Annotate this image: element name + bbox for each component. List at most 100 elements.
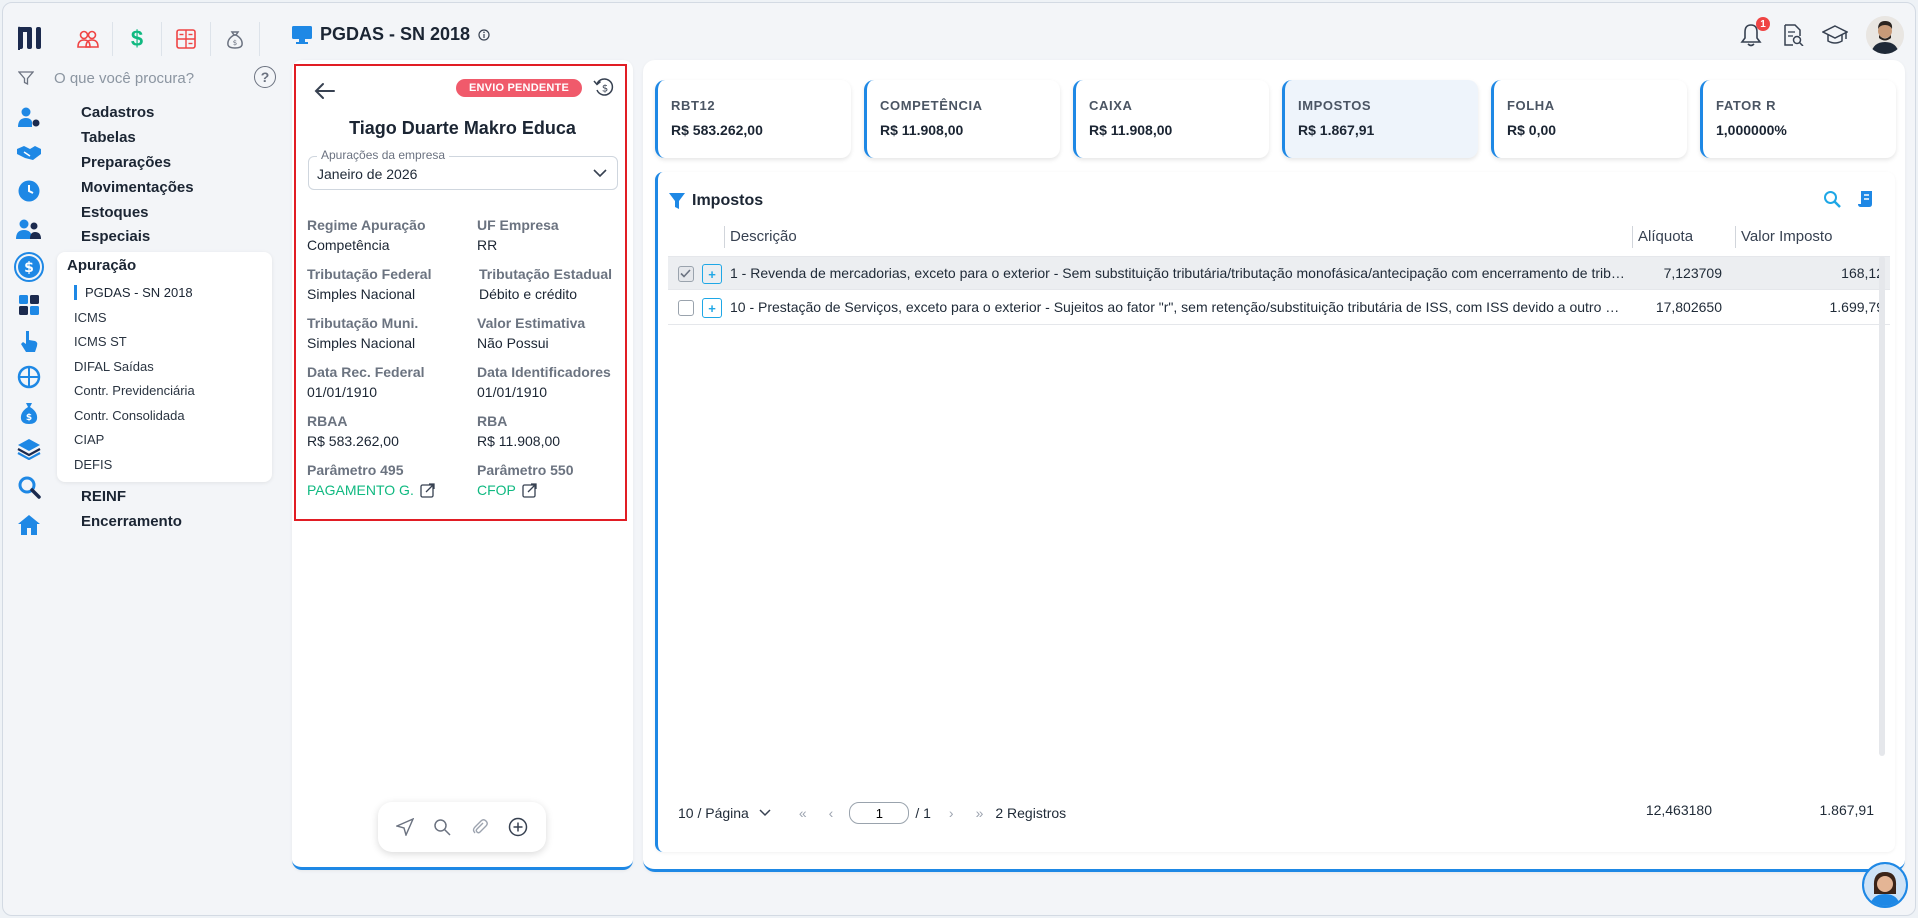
table-scrollbar[interactable] — [1879, 256, 1885, 756]
expand-row-icon[interactable]: + — [702, 298, 722, 318]
records-count: 2 Registros — [995, 805, 1067, 821]
field-rba: RBA R$ 11.908,00 — [477, 413, 561, 449]
table-row[interactable]: + 10 - Prestação de Serviços, exceto par… — [668, 291, 1890, 325]
info-icon[interactable] — [478, 28, 490, 41]
company-details-card: ENVIO PENDENTE $ Tiago Duarte Makro Educ… — [292, 60, 633, 870]
submenu-item-defis[interactable]: DEFIS — [74, 457, 112, 472]
next-page-icon[interactable]: › — [949, 805, 954, 821]
expand-row-icon[interactable]: + — [702, 264, 722, 284]
user-avatar[interactable] — [1866, 16, 1904, 54]
coin-bag-icon[interactable]: $ — [16, 400, 42, 426]
apuracao-dollar-icon[interactable]: $ — [14, 252, 44, 282]
help-icon[interactable]: ? — [254, 66, 276, 88]
kpi-folha[interactable]: FOLHA R$ 0,00 — [1491, 80, 1687, 158]
paperclip-icon[interactable] — [471, 818, 489, 836]
last-page-icon[interactable]: » — [976, 805, 984, 821]
main-content-card: RBT12 R$ 583.262,00 COMPETÊNCIA R$ 11.908,… — [643, 60, 1905, 872]
money-bag-icon[interactable]: $ — [211, 22, 260, 56]
sidebar-item-encerramento[interactable]: Encerramento — [81, 513, 182, 530]
row-checkbox[interactable] — [678, 266, 694, 282]
kpi-caixa[interactable]: CAIXA R$ 11.908,00 — [1073, 80, 1269, 158]
submenu-item-difal[interactable]: DIFAL Saídas — [74, 359, 154, 374]
chevron-down-icon — [759, 809, 771, 817]
dollar-icon[interactable]: $ — [113, 22, 162, 56]
document-search-icon[interactable] — [1782, 24, 1804, 46]
column-header-aliquota[interactable]: Alíquota — [1638, 228, 1693, 245]
row-checkbox[interactable] — [678, 300, 694, 316]
kpi-competencia[interactable]: COMPETÊNCIA R$ 11.908,00 — [864, 80, 1060, 158]
kpi-impostos[interactable]: IMPOSTOS R$ 1.867,91 — [1282, 80, 1478, 158]
assistant-avatar[interactable] — [1862, 862, 1908, 908]
svg-text:$: $ — [233, 39, 237, 47]
kpi-fator-r[interactable]: FATOR R 1,000000% — [1700, 80, 1896, 158]
clock-icon[interactable] — [16, 178, 42, 204]
kpi-rbt12[interactable]: RBT12 R$ 583.262,00 — [655, 80, 851, 158]
submenu-item-contr-previdenciaria[interactable]: Contr. Previdenciária — [74, 383, 195, 398]
user-cog-icon[interactable] — [16, 104, 42, 130]
first-page-icon[interactable]: « — [799, 805, 807, 821]
field-valor-estimativa: Valor Estimativa Não Possui — [477, 315, 586, 351]
submenu-item-contr-consolidada[interactable]: Contr. Consolidada — [74, 408, 185, 423]
people-icon[interactable] — [64, 22, 113, 56]
open-external-icon[interactable] — [420, 482, 436, 498]
handshake-icon[interactable] — [16, 140, 42, 166]
graduation-cap-icon[interactable] — [1822, 24, 1848, 46]
scroll-document-icon[interactable] — [1857, 190, 1875, 208]
filter-icon — [18, 71, 34, 86]
calculator-grid-icon[interactable] — [16, 292, 42, 318]
column-divider — [724, 226, 725, 248]
search-icon[interactable] — [433, 818, 451, 836]
open-external-icon[interactable] — [522, 482, 538, 498]
column-header-descricao[interactable]: Descrição — [730, 228, 797, 245]
sidebar-item-preparacoes[interactable]: Preparações — [81, 154, 171, 171]
sidebar-item-especiais[interactable]: Especiais — [81, 228, 150, 245]
apuracoes-select[interactable]: Apurações da empresa Janeiro de 2026 — [308, 148, 618, 190]
chevron-down-icon — [593, 169, 607, 178]
column-header-valor-imposto[interactable]: Valor Imposto — [1741, 228, 1832, 245]
page-number-input[interactable] — [849, 802, 910, 824]
submenu-item-pgdas[interactable]: PGDAS - SN 2018 — [74, 285, 193, 300]
prev-page-icon[interactable]: ‹ — [829, 805, 834, 821]
sidebar-search: ? — [18, 66, 276, 90]
bottom-toolbar — [378, 802, 546, 852]
hand-pointer-icon[interactable] — [16, 328, 42, 354]
apuracoes-select-value: Janeiro de 2026 — [317, 166, 418, 182]
parametro-495-link[interactable]: PAGAMENTO G. — [307, 482, 436, 498]
search-icon[interactable] — [1823, 190, 1841, 208]
notification-badge: 1 — [1756, 17, 1770, 31]
sidebar-item-movimentacoes[interactable]: Movimentações — [81, 179, 194, 196]
back-arrow-icon[interactable] — [314, 82, 336, 100]
add-circle-icon[interactable] — [508, 817, 528, 837]
sidebar-search-input[interactable] — [54, 69, 244, 87]
app-logo-icon[interactable] — [16, 24, 46, 52]
page-title-text: PGDAS - SN 2018 — [320, 24, 471, 44]
submenu-item-icms[interactable]: ICMS — [74, 310, 107, 325]
parametro-550-link[interactable]: CFOP — [477, 482, 574, 498]
notifications-bell-icon[interactable]: 1 — [1740, 17, 1770, 47]
submenu-item-icms-st[interactable]: ICMS ST — [74, 334, 127, 349]
submenu-title[interactable]: Apuração — [67, 257, 136, 274]
search-icon[interactable] — [16, 474, 42, 500]
pagination: 10 / Página « ‹ / 1 › » 2 Registros — [678, 802, 1066, 824]
send-icon[interactable] — [395, 818, 414, 836]
home-icon[interactable] — [16, 512, 42, 538]
network-icon[interactable] — [16, 364, 42, 390]
field-parametro-550: Parâmetro 550 CFOP — [477, 462, 574, 498]
history-icon[interactable]: $ — [593, 76, 615, 98]
apuracoes-select-label: Apurações da empresa — [317, 148, 450, 162]
sidebar-item-cadastros[interactable]: Cadastros — [81, 104, 154, 121]
page-size-select[interactable]: 10 / Página — [678, 805, 771, 821]
sidebar-item-estoques[interactable]: Estoques — [81, 204, 149, 221]
submenu-item-ciap[interactable]: CIAP — [74, 432, 104, 447]
sidebar-item-tabelas[interactable]: Tabelas — [81, 129, 136, 146]
calculator-icon[interactable] — [162, 22, 211, 56]
table-row[interactable]: + 1 - Revenda de mercadorias, exceto par… — [668, 256, 1890, 290]
filter-icon[interactable] — [668, 192, 686, 210]
users-icon[interactable] — [16, 216, 42, 242]
sidebar-item-reinf[interactable]: REINF — [81, 488, 126, 505]
row-aliquota: 7,123709 — [1663, 265, 1722, 281]
layers-icon[interactable] — [16, 436, 42, 462]
header-actions: 1 — [1740, 16, 1904, 54]
total-valor: 1.867,91 — [1819, 802, 1875, 818]
impostos-title: Impostos — [692, 192, 764, 209]
